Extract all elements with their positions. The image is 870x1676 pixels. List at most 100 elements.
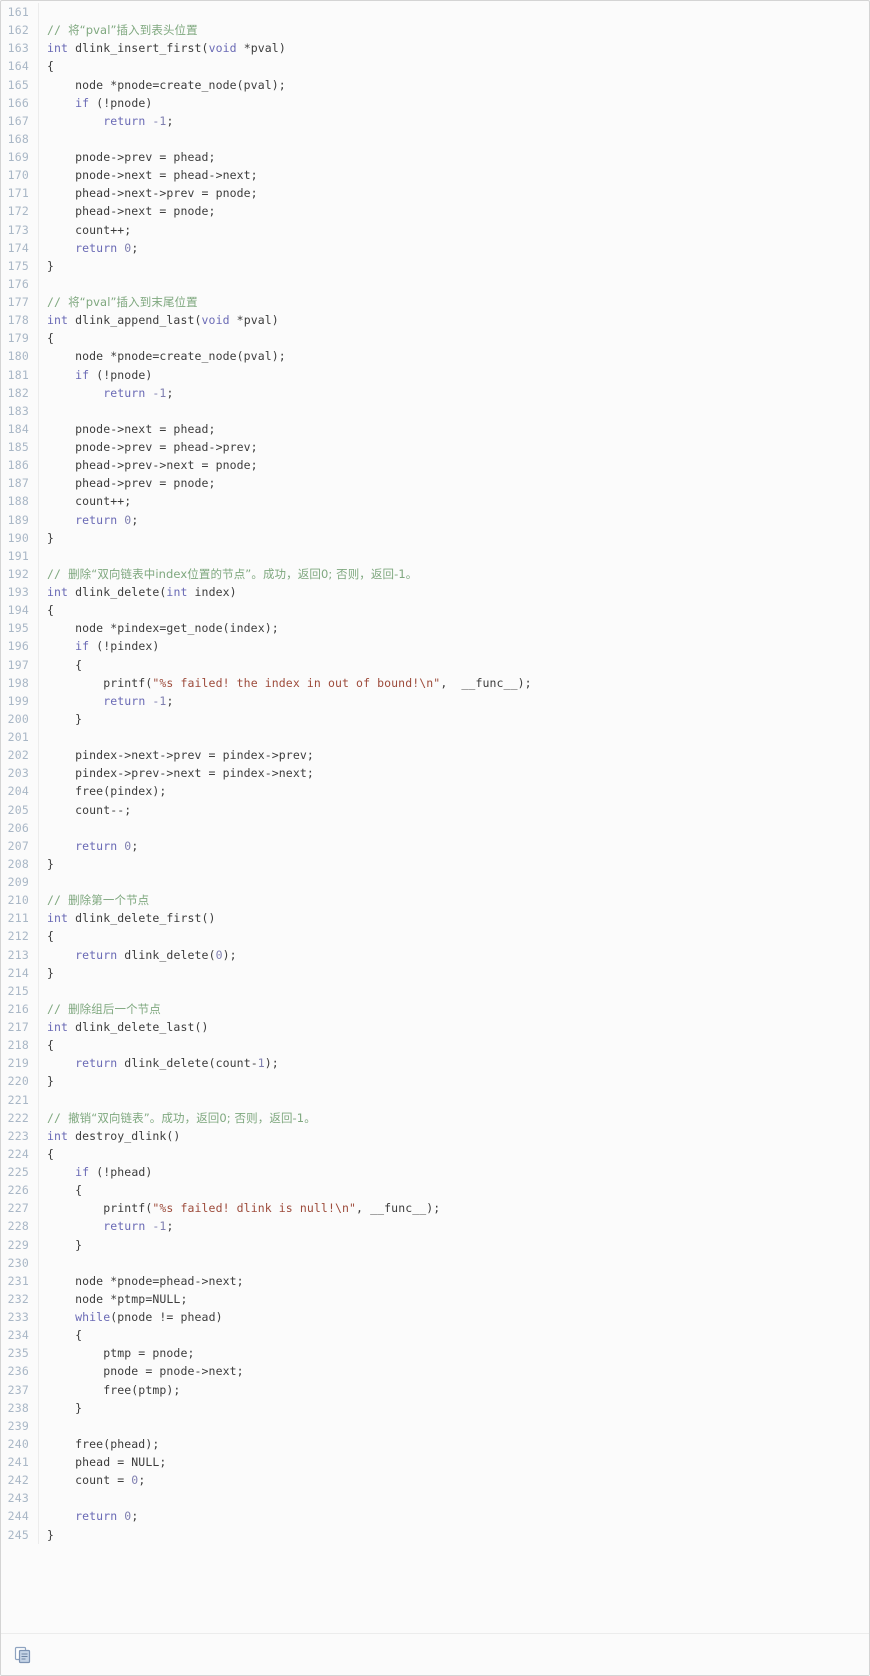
token-plain: phead->prev->next = pnode;: [47, 458, 258, 473]
token-plain: }: [47, 1527, 55, 1542]
code-line: 200 }: [1, 709, 869, 729]
line-number: 191: [1, 546, 39, 565]
line-number: 209: [1, 873, 39, 892]
code-line: 173 count++;: [1, 220, 869, 239]
token-plain: node *ptmp=NULL;: [47, 1291, 188, 1306]
code-line-content: return -1;: [39, 384, 173, 402]
code-line-content: pnode = pnode->next;: [39, 1362, 244, 1380]
token-cmt-cn: 删除第一个节点: [68, 893, 150, 908]
token-plain: node *pindex=get_node(index);: [47, 621, 279, 636]
token-num: -1: [152, 113, 167, 128]
code-line: 183: [1, 401, 869, 420]
token-kw: return: [75, 240, 118, 255]
code-line: 205 count--;: [1, 800, 869, 819]
line-number: 168: [1, 129, 39, 149]
token-plain: ptmp = pnode;: [47, 1346, 195, 1361]
line-number: 216: [1, 999, 39, 1019]
line-number: 195: [1, 619, 39, 638]
token-plain: );: [222, 947, 237, 962]
token-kw: return: [75, 512, 118, 527]
code-line-content: count = 0;: [39, 1471, 145, 1489]
line-number: 240: [1, 1434, 39, 1454]
code-line: 163 int dlink_insert_first(void *pval): [1, 39, 869, 58]
code-line: 181 if (!pnode): [1, 365, 869, 384]
code-line-content: int destroy_dlink(): [39, 1127, 180, 1145]
code-line: 208}: [1, 854, 869, 874]
code-line: 224 {: [1, 1144, 869, 1164]
token-plain: phead->prev = pnode;: [47, 476, 216, 491]
token-plain: free(phead);: [47, 1436, 160, 1451]
code-line: 227 printf("%s failed! dlink is null!\n"…: [1, 1199, 869, 1218]
code-line: 237 free(ptmp);: [1, 1380, 869, 1399]
code-block-viewer[interactable]: 161 162// 将“pval”插入到表头位置 163 int dlink_ins…: [0, 0, 870, 1676]
token-plain: );: [264, 1056, 279, 1071]
code-line: 192// 删除“双向链表中index位置的节点”。成功，返回0; 否则，返回-…: [1, 564, 869, 584]
code-line-content: return 0;: [39, 511, 138, 529]
token-kw: while: [75, 1310, 111, 1324]
token-plain: ;: [138, 1473, 146, 1488]
code-line: 243: [1, 1489, 869, 1508]
token-cmt-cn: 将“pval”插入到末尾位置: [68, 295, 198, 309]
line-number: 184: [1, 419, 39, 439]
token-plain: {: [47, 1038, 55, 1053]
code-line-content: pnode->prev = phead->prev;: [39, 438, 258, 456]
code-line: 196 if (!pindex): [1, 637, 869, 656]
line-number: 222: [1, 1108, 39, 1127]
token-cmt: //: [47, 893, 69, 908]
token-cmt: //: [47, 1001, 69, 1016]
token-kw: return: [103, 385, 146, 400]
line-number: 228: [1, 1217, 39, 1236]
line-number: 245: [1, 1525, 39, 1544]
token-plain: (!pnode): [89, 367, 153, 382]
code-line: 190}: [1, 528, 869, 547]
code-line: 209: [1, 873, 869, 892]
token-kw: void: [201, 313, 230, 328]
token-plain: *pval): [236, 41, 286, 56]
code-line-content: [39, 1254, 54, 1272]
code-line: 165 node *pnode=create_node(pval);: [1, 75, 869, 94]
code-line-content: [39, 130, 54, 148]
code-line: 189 return 0;: [1, 510, 869, 529]
token-plain: , __func__);: [440, 675, 532, 690]
code-line: 219 return dlink_delete(count-1);: [1, 1054, 869, 1073]
line-number: 214: [1, 963, 39, 982]
code-line: 187 phead->prev = pnode;: [1, 474, 869, 493]
code-line-content: pindex->prev->next = pindex->next;: [39, 764, 314, 782]
token-plain: ;: [166, 693, 174, 708]
line-number: 171: [1, 184, 39, 203]
token-plain: {: [47, 1146, 55, 1161]
code-line-content: phead->next->prev = pnode;: [39, 184, 258, 202]
code-line-content: return dlink_delete(0);: [39, 946, 237, 964]
code-line: 182 return -1;: [1, 383, 869, 402]
token-str: "%s failed! the index in out of bound!\n…: [152, 675, 441, 690]
code-line-content: return dlink_delete(count-1);: [39, 1054, 279, 1072]
code-line: 203 pindex->prev->next = pindex->next;: [1, 764, 869, 783]
token-plain: (!pindex): [89, 639, 160, 654]
code-lines-container[interactable]: 161 162// 将“pval”插入到表头位置 163 int dlink_ins…: [1, 3, 869, 1544]
token-kw: if: [75, 367, 90, 382]
code-line-content: phead->next = pnode;: [39, 202, 216, 220]
code-line: 220}: [1, 1072, 869, 1091]
code-line-content: ptmp = pnode;: [39, 1344, 195, 1362]
line-number: 180: [1, 347, 39, 366]
copy-icon[interactable]: [13, 1645, 33, 1665]
code-line-content: node *ptmp=NULL;: [39, 1290, 187, 1308]
code-line: 231 node *pnode=phead->next;: [1, 1271, 869, 1290]
line-number: 225: [1, 1163, 39, 1182]
code-line: 230: [1, 1253, 869, 1272]
line-number: 179: [1, 329, 39, 348]
code-line: 179 {: [1, 329, 869, 348]
code-line: 232 node *ptmp=NULL;: [1, 1289, 869, 1309]
line-number: 221: [1, 1090, 39, 1109]
token-plain: ;: [131, 1509, 139, 1524]
token-kw: int: [166, 585, 188, 599]
code-line-content: if (!pnode): [39, 94, 152, 112]
token-plain: }: [47, 530, 55, 545]
code-line: 211 int dlink_delete_first(): [1, 909, 869, 928]
